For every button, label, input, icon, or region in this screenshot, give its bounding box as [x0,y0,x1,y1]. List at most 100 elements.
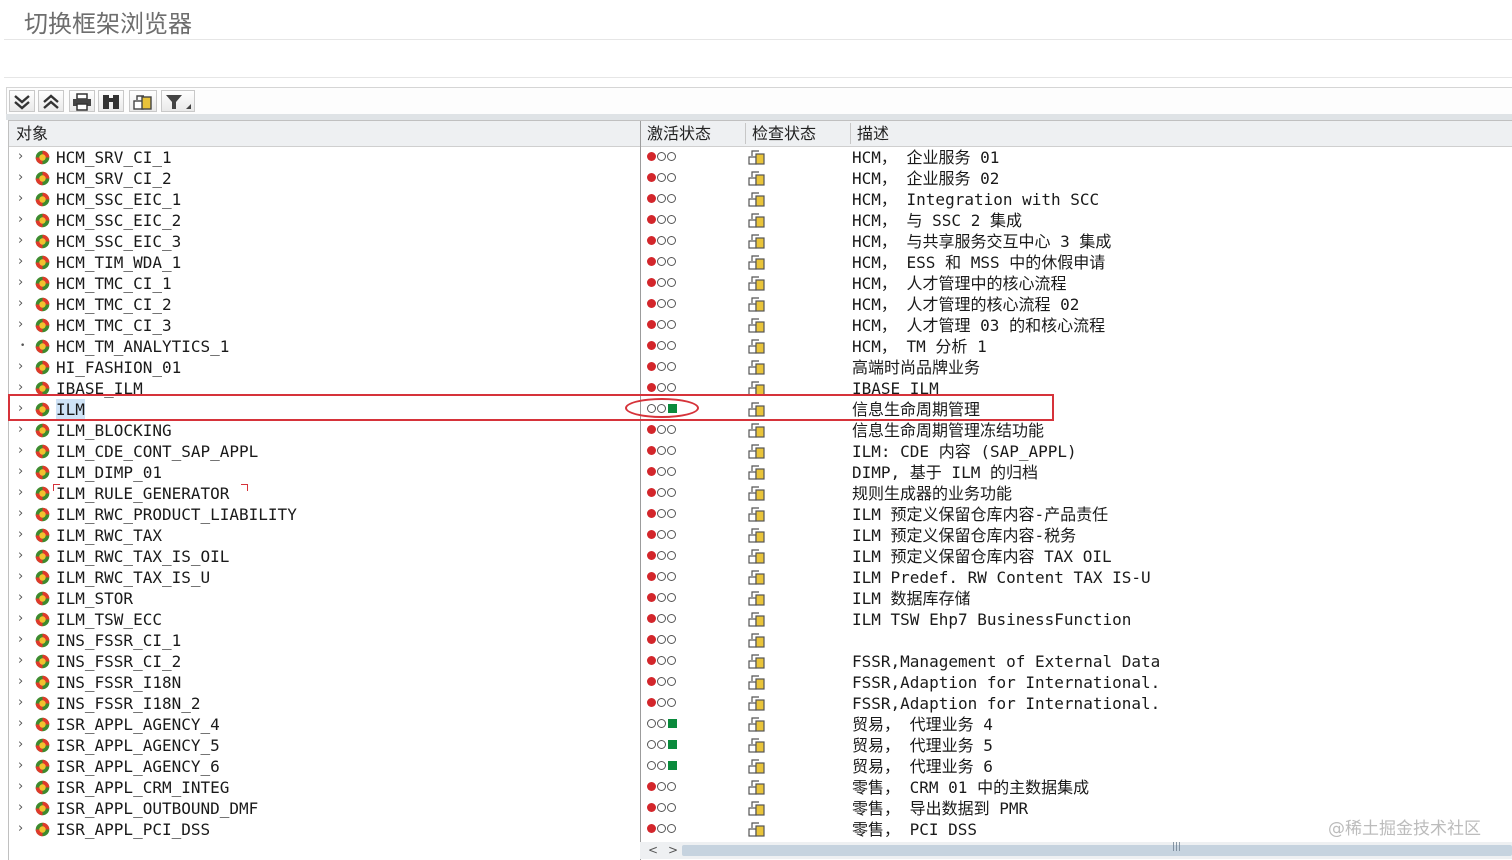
expand-node-chevron-icon[interactable]: › [18,525,30,546]
expand-node-chevron-icon[interactable]: › [18,630,30,651]
object-name[interactable]: HCM_TMC_CI_2 [56,294,172,315]
expand-node-chevron-icon[interactable]: › [18,693,30,714]
column-header-description[interactable]: 描述 [857,121,889,146]
expand-node-chevron-icon[interactable]: › [18,420,30,441]
horizontal-scrollbar[interactable]: < > ||| [640,842,1512,859]
object-name[interactable]: ISR_APPL_PCI_DSS [56,819,210,840]
expand-node-chevron-icon[interactable]: › [18,798,30,819]
expand-node-chevron-icon[interactable]: › [18,294,30,315]
check-status-icon[interactable] [748,359,766,376]
check-status-icon[interactable] [748,338,766,355]
check-status-icon[interactable] [748,233,766,250]
check-status-icon[interactable] [748,464,766,481]
transport-button[interactable] [129,90,157,112]
tree-row[interactable]: › ILM_BLOCKING 信息生命周期管理冻结功能 [9,420,1512,441]
scroll-right-arrow[interactable]: > [668,842,678,859]
check-status-icon[interactable] [748,506,766,523]
object-name[interactable]: ILM_TSW_ECC [56,609,162,630]
column-header-activation[interactable]: 激活状态 [647,121,711,146]
object-name[interactable]: ILM_RWC_TAX [56,525,162,546]
check-status-icon[interactable] [748,821,766,838]
expand-node-chevron-icon[interactable]: › [18,735,30,756]
object-name[interactable]: HCM_SSC_EIC_2 [56,210,181,231]
check-status-icon[interactable] [748,254,766,271]
object-name[interactable]: HCM_TM_ANALYTICS_1 [56,336,229,357]
tree-row[interactable]: › HCM_SRV_CI_2 HCM， 企业服务 02 [9,168,1512,189]
column-header-check[interactable]: 检查状态 [752,121,816,146]
object-name[interactable]: INS_FSSR_CI_2 [56,651,181,672]
expand-node-chevron-icon[interactable]: › [18,777,30,798]
check-status-icon[interactable] [748,149,766,166]
object-name[interactable]: HCM_SSC_EIC_3 [56,231,181,252]
object-name[interactable]: ILM_STOR [56,588,133,609]
tree-row[interactable]: › ISR_APPL_AGENCY_6 贸易， 代理业务 6 [9,756,1512,777]
tree-row[interactable]: › ILM_RULE_GENERATOR 规则生成器的业务功能 [9,483,1512,504]
tree-row[interactable]: › INS_FSSR_I18N FSSR,Adaption for Internat… [9,672,1512,693]
object-name[interactable]: HCM_SSC_EIC_1 [56,189,181,210]
object-name[interactable]: HCM_SRV_CI_2 [56,168,172,189]
column-header-object[interactable]: 对象 [16,121,48,146]
check-status-icon[interactable] [748,527,766,544]
check-status-icon[interactable] [748,548,766,565]
tree-row[interactable]: › ILM_RWC_PRODUCT_LIABILITY ILM 预定义保留仓库内容-… [9,504,1512,525]
expand-node-chevron-icon[interactable]: › [18,273,30,294]
tree-row[interactable]: › ILM_STOR ILM 数据库存储 [9,588,1512,609]
object-name[interactable]: ILM_RWC_TAX_IS_U [56,567,210,588]
check-status-icon[interactable] [748,485,766,502]
tree-row[interactable]: › HCM_TIM_WDA_1 HCM， ESS 和 MSS 中的休假申请 [9,252,1512,273]
object-name[interactable]: ISR_APPL_AGENCY_5 [56,735,220,756]
tree-row[interactable]: › INS_FSSR_I18N_2 FSSR,Adaption for Intern… [9,693,1512,714]
expand-node-chevron-icon[interactable]: › [18,609,30,630]
expand-node-chevron-icon[interactable]: › [18,168,30,189]
tree-row[interactable]: › ILM_CDE_CONT_SAP_APPL ILM: CDE 内容 (SAP_A… [9,441,1512,462]
tree-row[interactable]: › HCM_TMC_CI_1 HCM， 人才管理中的核心流程 [9,273,1512,294]
tree-row[interactable]: › HCM_TMC_CI_3 HCM， 人才管理 03 的和核心流程 [9,315,1512,336]
check-status-icon[interactable] [748,170,766,187]
expand-node-chevron-icon[interactable]: › [18,546,30,567]
object-name[interactable]: ISR_APPL_AGENCY_4 [56,714,220,735]
tree-row[interactable]: › HCM_TMC_CI_2 HCM， 人才管理的核心流程 02 [9,294,1512,315]
check-status-icon[interactable] [748,695,766,712]
expand-node-chevron-icon[interactable]: › [18,462,30,483]
check-status-icon[interactable] [748,443,766,460]
object-name[interactable]: INS_FSSR_I18N_2 [56,693,201,714]
expand-node-chevron-icon[interactable]: › [18,504,30,525]
expand-node-chevron-icon[interactable]: › [18,441,30,462]
check-status-icon[interactable] [748,674,766,691]
check-status-icon[interactable] [748,569,766,586]
object-name[interactable]: ISR_APPL_OUTBOUND_DMF [56,798,258,819]
object-name[interactable]: ILM_RULE_GENERATOR [56,483,229,504]
tree-row[interactable]: › HCM_SSC_EIC_1 HCM， Integration with SCC [9,189,1512,210]
object-name[interactable]: INS_FSSR_I18N [56,672,181,693]
check-status-icon[interactable] [748,191,766,208]
object-name[interactable]: ILM_RWC_PRODUCT_LIABILITY [56,504,297,525]
object-name[interactable]: ISR_APPL_CRM_INTEG [56,777,229,798]
object-name[interactable]: ILM_CDE_CONT_SAP_APPL [56,441,258,462]
expand-node-chevron-icon[interactable]: › [18,714,30,735]
check-status-icon[interactable] [748,275,766,292]
check-status-icon[interactable] [748,422,766,439]
tree-row[interactable]: › HCM_SSC_EIC_2 HCM， 与 SSC 2 集成 [9,210,1512,231]
filter-button[interactable] [161,90,195,112]
expand-node-chevron-icon[interactable]: › [18,252,30,273]
check-status-icon[interactable] [748,590,766,607]
expand-node-chevron-icon[interactable]: › [18,756,30,777]
expand-node-chevron-icon[interactable]: › [18,231,30,252]
tree-row[interactable]: › ISR_APPL_PCI_DSS 零售， PCI DSS [9,819,1512,840]
object-name[interactable]: HCM_SRV_CI_1 [56,147,172,168]
object-name[interactable]: ILM_DIMP_01 [56,462,162,483]
tree-row[interactable]: › ILM_TSW_ECC ILM TSW Ehp7 BusinessFunctio… [9,609,1512,630]
tree-row[interactable]: › ISR_APPL_OUTBOUND_DMF 零售， 导出数据到 PMR [9,798,1512,819]
tree-row[interactable]: › ISR_APPL_AGENCY_4 贸易， 代理业务 4 [9,714,1512,735]
object-name[interactable]: HCM_TIM_WDA_1 [56,252,181,273]
expand-node-chevron-icon[interactable]: › [18,189,30,210]
object-name[interactable]: ISR_APPL_AGENCY_6 [56,756,220,777]
tree-row[interactable]: › ILM_RWC_TAX_IS_OIL ILM 预定义保留仓库内容 TAX OIL [9,546,1512,567]
check-status-icon[interactable] [748,653,766,670]
object-name[interactable]: ILM_BLOCKING [56,420,172,441]
expand-node-chevron-icon[interactable]: › [18,483,30,504]
check-status-icon[interactable] [748,611,766,628]
collapse-all-button[interactable] [38,90,64,112]
print-button[interactable] [69,90,95,112]
check-status-icon[interactable] [748,317,766,334]
